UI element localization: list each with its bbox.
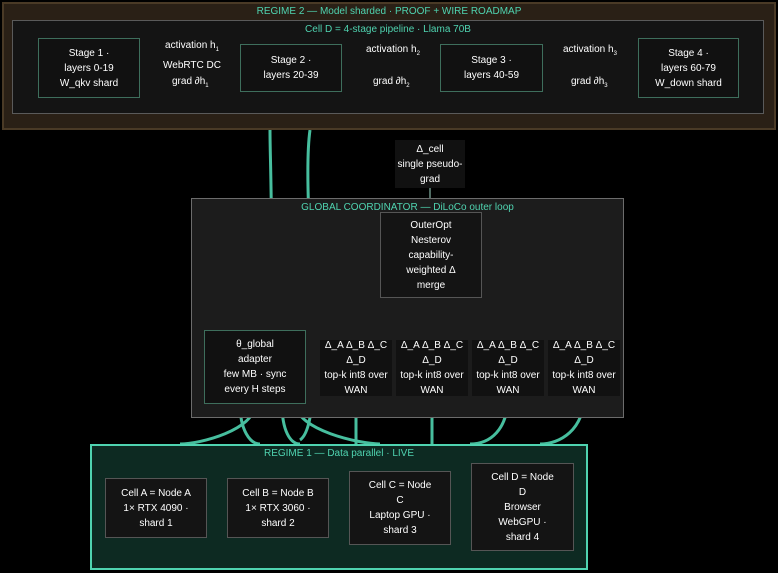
label-subscript: 2 bbox=[416, 51, 420, 57]
wan-line: Δ_D bbox=[498, 355, 518, 366]
label-subscript: 3 bbox=[613, 51, 617, 57]
label-text: activation h bbox=[366, 44, 417, 55]
cell-line: 1× RTX 3060 · bbox=[245, 502, 311, 514]
stage-line: layers 20-39 bbox=[263, 70, 319, 81]
outeropt-line: weighted Δ bbox=[406, 264, 456, 276]
edge-label-grad-2: grad ∂h2 bbox=[371, 74, 412, 94]
edge-label-grad-3: grad ∂h3 bbox=[569, 74, 610, 94]
cell-line: Cell A = Node A bbox=[121, 487, 191, 499]
wan-delta-node[interactable]: Δ_A Δ_B Δ_C Δ_D top-k int8 over WAN bbox=[472, 340, 544, 396]
outeropt-line: Nesterov bbox=[410, 234, 451, 246]
cell-line: shard 2 bbox=[261, 517, 295, 529]
cell-line: Browser bbox=[504, 501, 541, 513]
stage-3-node[interactable]: Stage 3 · layers 40-59 bbox=[440, 44, 543, 92]
pipeline-cell-title: Cell D = 4-stage pipeline · Llama 70B bbox=[305, 24, 471, 35]
regime2-title: REGIME 2 — Model sharded · PROOF + WIRE … bbox=[256, 6, 522, 17]
wan-line: top-k int8 over bbox=[476, 370, 540, 381]
wan-line: WAN bbox=[496, 385, 520, 396]
theta-line: adapter bbox=[238, 354, 272, 365]
wan-line: Δ_A Δ_B Δ_C bbox=[324, 340, 388, 351]
wan-line: Δ_D bbox=[574, 355, 594, 366]
wan-line: WAN bbox=[420, 385, 444, 396]
cell-line: shard 1 bbox=[139, 517, 173, 529]
label-subscript: 1 bbox=[205, 83, 209, 89]
label-subscript: 3 bbox=[604, 83, 608, 89]
wan-line: top-k int8 over bbox=[552, 370, 616, 381]
cell-a-node[interactable]: Cell A = Node A 1× RTX 4090 · shard 1 bbox=[105, 478, 207, 538]
stage-line: layers 0-19 bbox=[64, 62, 114, 74]
cell-line: Laptop GPU · bbox=[369, 510, 431, 521]
cell-c-node[interactable]: Cell C = Node C Laptop GPU · shard 3 bbox=[349, 471, 451, 545]
outeropt-line: merge bbox=[416, 279, 446, 291]
label-subscript: 2 bbox=[406, 83, 410, 89]
stage-line: W_down shard bbox=[655, 77, 722, 89]
regime1-title: REGIME 1 — Data parallel · LIVE bbox=[263, 448, 415, 459]
stage-line: layers 40-59 bbox=[463, 70, 520, 81]
label-text: WebRTC DC bbox=[163, 60, 221, 71]
edge-label-activation-2: activation h2 bbox=[364, 42, 422, 62]
stage-2-node[interactable]: Stage 2 · layers 20-39 bbox=[240, 44, 342, 92]
wan-delta-node[interactable]: Δ_A Δ_B Δ_C Δ_D top-k int8 over WAN bbox=[320, 340, 392, 396]
wan-delta-node[interactable]: Δ_A Δ_B Δ_C Δ_D top-k int8 over WAN bbox=[548, 340, 620, 396]
wan-line: Δ_A Δ_B Δ_C bbox=[476, 340, 540, 351]
delta-line: grad bbox=[419, 173, 440, 185]
stage-1-node[interactable]: Stage 1 · layers 0-19 W_qkv shard bbox=[38, 38, 140, 98]
cell-line: Cell B = Node B bbox=[242, 487, 314, 499]
cell-line: 1× RTX 4090 · bbox=[123, 502, 189, 514]
wan-line: top-k int8 over bbox=[324, 370, 388, 381]
cell-b-node[interactable]: Cell B = Node B 1× RTX 3060 · shard 2 bbox=[227, 478, 329, 538]
stage-line: Stage 3 · bbox=[471, 55, 512, 66]
edge-label-grad-1: grad ∂h1 bbox=[170, 74, 211, 94]
outeropt-line: capability- bbox=[408, 249, 454, 261]
cell-line: D bbox=[518, 486, 527, 498]
label-text: activation h bbox=[165, 40, 216, 51]
wan-line: WAN bbox=[572, 385, 596, 396]
edge-label-activation-3: activation h3 bbox=[561, 42, 619, 62]
stage-line: W_qkv shard bbox=[59, 77, 119, 89]
outeropt-node[interactable]: OuterOpt Nesterov capability- weighted Δ… bbox=[380, 212, 482, 298]
label-text: grad ∂h bbox=[172, 76, 206, 87]
delta-cell-node[interactable]: Δ_cellsingle pseudo-grad bbox=[395, 140, 465, 188]
cell-line: shard 3 bbox=[383, 525, 417, 536]
wan-line: Δ_D bbox=[422, 355, 442, 366]
cell-d-node[interactable]: Cell D = Node D Browser WebGPU · shard 4 bbox=[471, 463, 574, 551]
label-text: activation h bbox=[563, 44, 614, 55]
theta-line: few MB · sync bbox=[223, 369, 287, 380]
wan-line: top-k int8 over bbox=[400, 370, 464, 381]
label-text: grad ∂h bbox=[571, 76, 605, 87]
stage-line: Stage 4 · bbox=[668, 47, 709, 59]
cell-line: Cell C = Node bbox=[368, 480, 432, 491]
theta-global-node[interactable]: θ_global adapter few MB · sync every H s… bbox=[204, 330, 306, 404]
delta-line: single pseudo- bbox=[397, 158, 463, 170]
cell-line: Cell D = Node bbox=[491, 471, 554, 483]
delta-line: Δ_cell bbox=[416, 143, 444, 155]
theta-line: θ_global bbox=[236, 339, 274, 350]
cell-line: C bbox=[396, 495, 404, 506]
stage-line: Stage 2 · bbox=[270, 55, 312, 66]
wan-line: WAN bbox=[344, 385, 368, 396]
outeropt-line: OuterOpt bbox=[410, 219, 452, 231]
cell-line: shard 4 bbox=[505, 531, 540, 543]
stage-4-node[interactable]: Stage 4 · layers 60-79 W_down shard bbox=[638, 38, 739, 98]
label-subscript: 1 bbox=[215, 47, 219, 53]
cell-line: WebGPU · bbox=[498, 516, 547, 528]
wan-line: Δ_A Δ_B Δ_C bbox=[400, 340, 464, 351]
wan-delta-node[interactable]: Δ_A Δ_B Δ_C Δ_D top-k int8 over WAN bbox=[396, 340, 468, 396]
wan-line: Δ_A Δ_B Δ_C bbox=[552, 340, 616, 351]
theta-line: every H steps bbox=[224, 384, 286, 395]
stage-line: layers 60-79 bbox=[660, 62, 716, 74]
label-text: grad ∂h bbox=[373, 76, 407, 87]
stage-line: Stage 1 · bbox=[68, 47, 110, 59]
wan-line: Δ_D bbox=[346, 355, 366, 366]
edge-label-activation-1: activation h1 WebRTC DC bbox=[161, 38, 223, 73]
